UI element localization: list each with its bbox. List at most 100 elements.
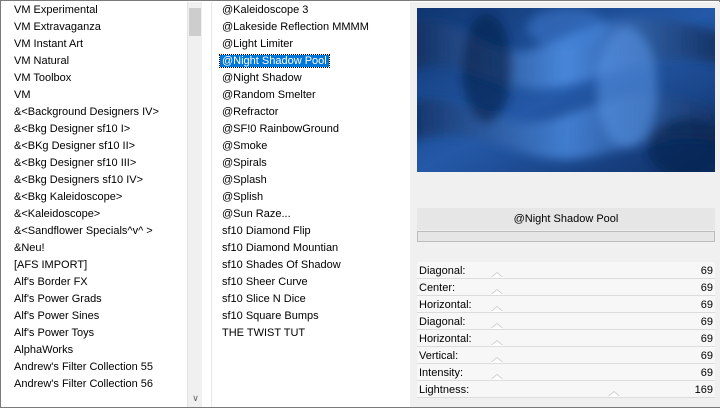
filter-item[interactable]: sf10 Diamond Flip	[212, 223, 409, 240]
slider-label: Horizontal:	[419, 299, 472, 311]
filter-item[interactable]: @Sun Raze...	[212, 206, 409, 223]
slider-value: 69	[700, 299, 713, 311]
filter-item[interactable]: @Splash	[212, 172, 409, 189]
filter-item-label: sf10 Sheer Curve	[222, 276, 308, 288]
category-item[interactable]: &<Sandflower Specials^v^ >	[2, 223, 202, 240]
filter-item[interactable]: @Spirals	[212, 155, 409, 172]
parameter-slider[interactable]: Lightness: 169	[417, 381, 715, 398]
parameter-slider[interactable]: Intensity: 69	[417, 364, 715, 381]
slider-value: 169	[694, 384, 713, 396]
filter-item[interactable]: @Refractor	[212, 104, 409, 121]
filter-item[interactable]: sf10 Diamond Mountian	[212, 240, 409, 257]
slider-value: 69	[700, 350, 713, 362]
category-item[interactable]: AlphaWorks	[2, 342, 202, 359]
slider-knob-icon[interactable]	[491, 341, 504, 346]
slider-value: 69	[700, 282, 713, 294]
preview-texture	[417, 8, 715, 172]
filter-item[interactable]: @SF!0 RainbowGround	[212, 121, 409, 138]
category-item[interactable]: Andrew's Filter Collection 56	[2, 376, 202, 393]
preview-image	[417, 8, 715, 172]
category-item[interactable]: [AFS IMPORT]	[2, 257, 202, 274]
slider-label: Intensity:	[419, 367, 464, 379]
scrollbar-thumb[interactable]	[189, 8, 201, 36]
category-scrollbar[interactable]: ∨	[187, 2, 202, 407]
filter-item-label: sf10 Shades Of Shadow	[222, 259, 341, 271]
slider-label: Center:	[419, 282, 456, 294]
category-item[interactable]: &<Bkg Kaleidoscope>	[2, 189, 202, 206]
slider-knob-icon[interactable]	[491, 307, 504, 312]
filter-item[interactable]: @Random Smelter	[212, 87, 409, 104]
filter-item[interactable]: @Night Shadow Pool	[212, 53, 409, 70]
filter-item[interactable]: @Lakeside Reflection MMMM	[212, 19, 409, 36]
filter-item[interactable]: sf10 Slice N Dice	[212, 291, 409, 308]
scroll-down-icon[interactable]: ∨	[188, 391, 203, 405]
settings-panel: @Night Shadow Pool Diagonal: 69 Center: 69 H…	[410, 2, 720, 407]
slider-label: Diagonal:	[419, 316, 466, 328]
parameter-slider[interactable]: Vertical: 69	[417, 347, 715, 364]
filter-dialog: VM Experimental VM Extravaganza VM Instant…	[0, 0, 720, 408]
slider-group: Diagonal: 69 Center: 69 Horizontal: 69 Diagona…	[417, 262, 715, 398]
slider-knob-icon[interactable]	[491, 324, 504, 329]
slider-knob-icon[interactable]	[491, 290, 504, 295]
category-item[interactable]: Andrew's Filter Collection 55	[2, 359, 202, 376]
slider-knob-icon[interactable]	[491, 273, 504, 278]
category-item[interactable]: VM	[2, 87, 202, 104]
filter-item[interactable]: @Light Limiter	[212, 36, 409, 53]
slider-label: Vertical:	[419, 350, 459, 362]
parameter-slider[interactable]: Center: 69	[417, 279, 715, 296]
filter-item-label: sf10 Slice N Dice	[222, 293, 306, 305]
filter-item-label: @Smoke	[222, 140, 268, 152]
filter-item[interactable]: sf10 Sheer Curve	[212, 274, 409, 291]
category-item[interactable]: Alf's Border FX	[2, 274, 202, 291]
slider-value: 69	[700, 265, 713, 277]
slider-label: Horizontal:	[419, 333, 472, 345]
filter-item-label: @Kaleidoscope 3	[222, 4, 309, 16]
category-item[interactable]: VM Natural	[2, 53, 202, 70]
slider-knob-icon[interactable]	[491, 375, 504, 380]
category-item[interactable]: &<Background Designers IV>	[2, 104, 202, 121]
slider-label: Lightness:	[419, 384, 470, 396]
category-item[interactable]: Alf's Power Sines	[2, 308, 202, 325]
category-item[interactable]: Alf's Power Toys	[2, 325, 202, 342]
category-item[interactable]: Alf's Power Grads	[2, 291, 202, 308]
filter-list[interactable]: @Kaleidoscope 3 @Lakeside Reflection MMMM…	[211, 2, 409, 407]
parameter-slider[interactable]: Horizontal: 69	[417, 296, 715, 313]
category-item[interactable]: VM Toolbox	[2, 70, 202, 87]
slider-knob-icon[interactable]	[607, 392, 620, 397]
slider-value: 69	[700, 316, 713, 328]
slider-knob-icon[interactable]	[491, 358, 504, 363]
filter-name-label: @Night Shadow Pool	[417, 208, 715, 230]
category-item[interactable]: VM Experimental	[2, 2, 202, 19]
category-item[interactable]: &<Kaleidoscope>	[2, 206, 202, 223]
filter-item-label: @Refractor	[222, 106, 279, 118]
filter-item-label: @Splish	[222, 191, 264, 203]
filter-item[interactable]: @Kaleidoscope 3	[212, 2, 409, 19]
filter-item-label: @Splash	[222, 174, 267, 186]
filter-item[interactable]: THE TWIST TUT	[212, 325, 409, 342]
filter-item-label: @Lakeside Reflection MMMM	[222, 21, 369, 33]
parameter-slider[interactable]: Horizontal: 69	[417, 330, 715, 347]
filter-item[interactable]: sf10 Square Bumps	[212, 308, 409, 325]
slider-label: Diagonal:	[419, 265, 466, 277]
slider-value: 69	[700, 367, 713, 379]
category-item[interactable]: VM Extravaganza	[2, 19, 202, 36]
parameter-slider[interactable]: Diagonal: 69	[417, 313, 715, 330]
category-item[interactable]: &<BKg Designer sf10 II>	[2, 138, 202, 155]
filter-item-label: @Night Shadow Pool	[219, 54, 330, 68]
filter-item-label: @Spirals	[222, 157, 267, 169]
filter-item[interactable]: @Smoke	[212, 138, 409, 155]
category-list[interactable]: VM Experimental VM Extravaganza VM Instant…	[2, 2, 202, 407]
filter-item-label: sf10 Diamond Flip	[222, 225, 311, 237]
filter-item-label: @Random Smelter	[222, 89, 316, 101]
filter-item-label: sf10 Square Bumps	[222, 310, 319, 322]
category-item[interactable]: VM Instant Art	[2, 36, 202, 53]
filter-item[interactable]: @Splish	[212, 189, 409, 206]
category-item[interactable]: &<Bkg Designers sf10 IV>	[2, 172, 202, 189]
filter-item-label: @Light Limiter	[222, 38, 294, 50]
filter-item[interactable]: sf10 Shades Of Shadow	[212, 257, 409, 274]
category-item[interactable]: &<Bkg Designer sf10 III>	[2, 155, 202, 172]
category-item[interactable]: &<Bkg Designer sf10 I>	[2, 121, 202, 138]
filter-item[interactable]: @Night Shadow	[212, 70, 409, 87]
category-item[interactable]: &Neu!	[2, 240, 202, 257]
parameter-slider[interactable]: Diagonal: 69	[417, 262, 715, 279]
